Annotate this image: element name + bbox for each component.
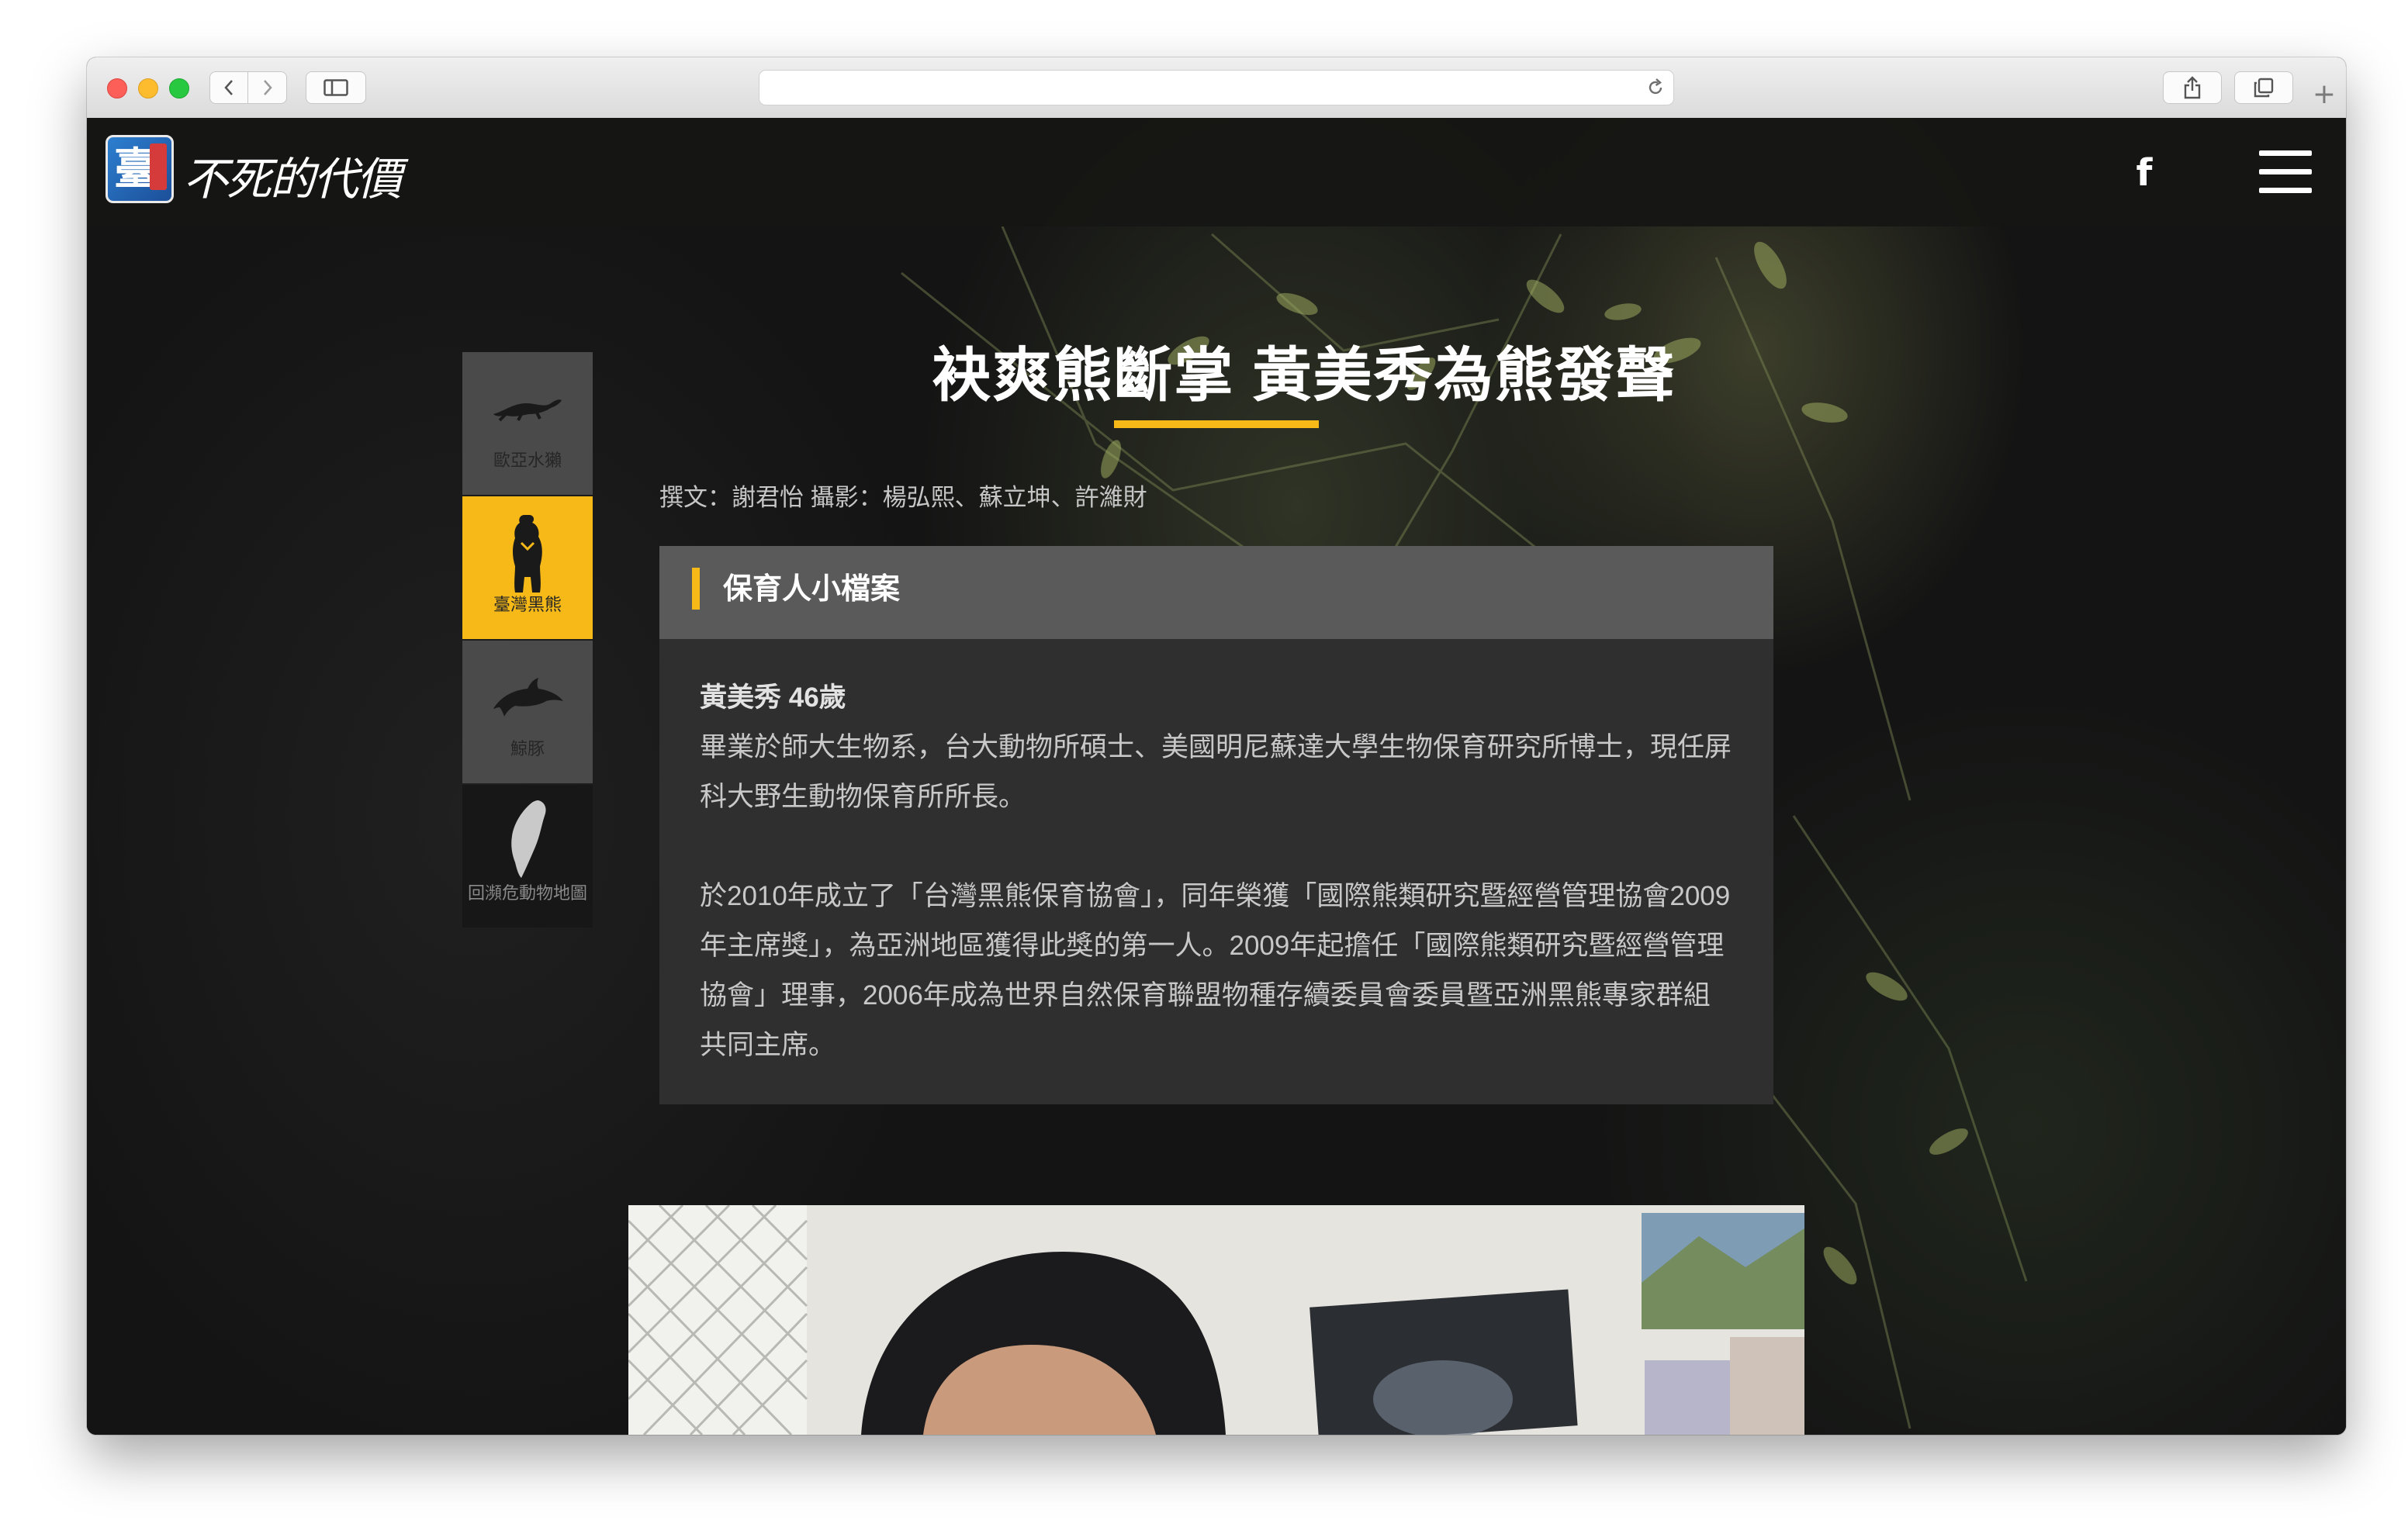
reload-icon[interactable]: [1645, 78, 1666, 98]
address-bar[interactable]: [759, 70, 1674, 105]
share-icon: [2184, 76, 2201, 99]
show-tabs-button[interactable]: [2234, 71, 2293, 104]
photo-scene: [628, 1205, 1804, 1435]
minimize-window-button[interactable]: [138, 78, 158, 98]
logo-title: 不死的代價: [183, 153, 402, 206]
hamburger-menu-icon[interactable]: [2259, 150, 2312, 194]
profile-paragraph-achievements: 於2010年成立了「台灣黑熊保育協會」，同年榮獲「國際熊類研究暨經營管理協會20…: [700, 881, 1731, 1060]
forward-button[interactable]: [248, 71, 287, 104]
profile-header-accent: [692, 568, 700, 610]
chevron-right-icon: [263, 80, 272, 95]
tabs-icon: [2254, 78, 2274, 98]
article-photo: [628, 1205, 1804, 1435]
facebook-icon[interactable]: f: [2129, 154, 2160, 192]
species-nav-label: 臺灣黑熊: [493, 595, 562, 614]
species-nav-item-otter[interactable]: 歐亞水獺: [462, 352, 593, 495]
species-nav-item-dolphin[interactable]: 鯨豚: [462, 641, 593, 783]
species-nav-item-bear[interactable]: 臺灣黑熊: [462, 496, 593, 639]
share-button[interactable]: [2163, 71, 2222, 104]
sidebar-icon: [323, 79, 348, 96]
maximize-window-button[interactable]: [169, 78, 189, 98]
species-nav-item-map[interactable]: 回瀕危動物地圖: [462, 785, 593, 928]
species-nav-label: 回瀕危動物地圖: [467, 883, 587, 903]
profile-card: 保育人小檔案 黃美秀 46歲 畢業於師大生物系，台大動物所碩士、美國明尼蘇達大學…: [659, 546, 1773, 1104]
site-logo[interactable]: 臺 不死的代價: [106, 135, 410, 209]
chevron-left-icon: [224, 80, 233, 95]
article-title: 袂爽熊斷掌 黃美秀為熊發聲: [932, 343, 1676, 409]
new-tab-button[interactable]: +: [2307, 78, 2341, 112]
profile-card-body: 黃美秀 46歲 畢業於師大生物系，台大動物所碩士、美國明尼蘇達大學生物保育研究所…: [700, 673, 1732, 1070]
taiwan-map-icon: [511, 800, 546, 878]
bear-icon: [513, 515, 542, 593]
browser-window: + 臺 不死的代價 f 歐亞水獺 臺灣黑熊 鯨豚 回瀕危動物地圖 袂爽熊斷掌 黃…: [87, 57, 2346, 1435]
sidebar-toggle-button[interactable]: [306, 71, 366, 104]
profile-card-header: 保育人小檔案: [659, 546, 1773, 639]
profile-name: 黃美秀 46歲: [700, 682, 846, 713]
site-header: 臺 不死的代價 f: [87, 118, 2346, 226]
species-nav: 歐亞水獺 臺灣黑熊 鯨豚 回瀕危動物地圖: [462, 352, 593, 928]
species-nav-label: 鯨豚: [510, 739, 545, 758]
title-underline: [1114, 420, 1319, 428]
species-nav-label: 歐亞水獺: [493, 451, 562, 470]
profile-heading: 保育人小檔案: [723, 573, 901, 606]
web-page: 臺 不死的代價 f 歐亞水獺 臺灣黑熊 鯨豚 回瀕危動物地圖 袂爽熊斷掌 黃美秀…: [87, 118, 2346, 1435]
close-window-button[interactable]: [107, 78, 127, 98]
otter-icon: [493, 399, 562, 422]
dolphin-icon: [493, 678, 563, 717]
article-byline: 撰文：謝君怡 攝影：楊弘熙、蘇立坤、許濰財: [659, 484, 1147, 511]
profile-paragraph-education: 畢業於師大生物系，台大動物所碩士、美國明尼蘇達大學生物保育研究所博士，現任屏科大…: [700, 732, 1732, 812]
browser-toolbar: +: [87, 57, 2346, 119]
logo-badge: 臺: [106, 135, 174, 203]
back-button[interactable]: [209, 71, 248, 104]
